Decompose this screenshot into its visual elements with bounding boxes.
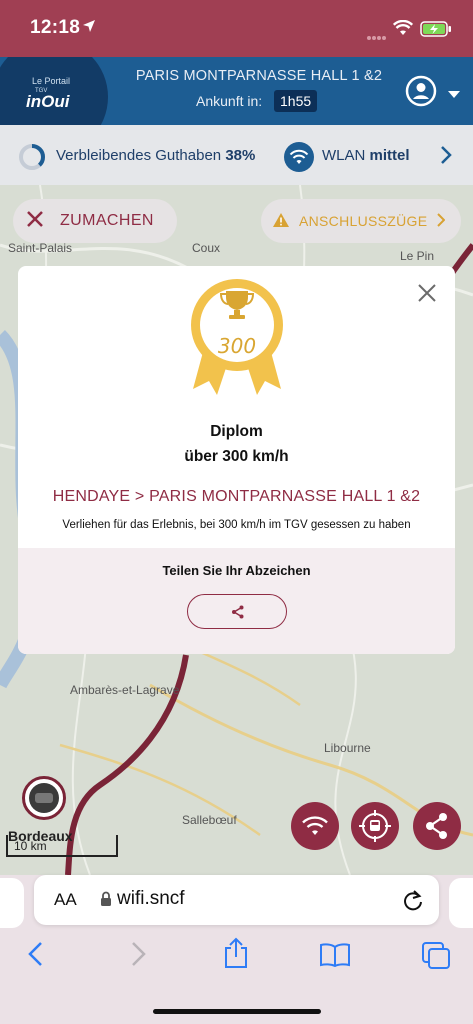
close-label: ZUMACHEN (60, 212, 154, 229)
bookmarks-icon[interactable] (319, 943, 351, 972)
destination-title: PARIS MONTPARNASSE HALL 1 &2 (135, 68, 383, 84)
wlan-wifi-icon (284, 142, 314, 172)
close-map-button[interactable]: ZUMACHEN (13, 199, 177, 243)
credit-label: Verbleibendes Guthaben (56, 147, 222, 164)
app-header: Le Portail TGV inOui PARIS MONTPARNASSE … (0, 57, 473, 125)
connections-button[interactable]: ANSCHLUSSZÜGE (261, 199, 461, 243)
diploma-description: Verliehen für das Erlebnis, bei 300 km/h… (62, 519, 411, 531)
credit-text: Verbleibendes Guthaben 38% (56, 147, 255, 164)
tabs-icon[interactable] (421, 941, 451, 974)
credit-value: 38% (225, 147, 256, 164)
status-bar: 12:18 (0, 0, 473, 57)
diploma-modal: 300 Diplom über 300 km/h HENDAYE > PARIS… (18, 266, 455, 654)
wifi-icon (392, 19, 414, 41)
medal-badge: 300 (189, 277, 285, 407)
map-place-label: Coux (192, 241, 221, 255)
address-bar[interactable]: AA wifi.sncf (34, 875, 439, 925)
map-place-label: Ambarès-et-Lagrave (70, 683, 180, 697)
map-wifi-button[interactable] (291, 802, 339, 850)
home-indicator (153, 1009, 321, 1014)
tgv-inoui-logo[interactable]: Le Portail TGV inOui (0, 57, 108, 125)
close-icon (26, 210, 44, 233)
connections-label: ANSCHLUSSZÜGE (299, 213, 428, 229)
map-scale: 10 km (6, 835, 118, 857)
share-icon (232, 605, 244, 619)
map-place-label: Le Pin (400, 249, 435, 263)
wlan-label: WLAN (322, 147, 366, 164)
previous-tab-preview[interactable] (0, 878, 24, 928)
lock-icon (100, 891, 112, 912)
medal-number: 300 (218, 334, 256, 358)
logo-line1: Le Portail (32, 76, 71, 86)
location-arrow-icon (82, 19, 96, 38)
battery-charging-icon (420, 21, 452, 42)
next-tab-preview[interactable] (449, 878, 473, 928)
chevron-right-icon (437, 212, 446, 230)
warning-icon (273, 212, 289, 230)
diploma-subtitle: über 300 km/h (184, 448, 289, 465)
locate-train-button[interactable] (351, 802, 399, 850)
share-section: Teilen Sie Ihr Abzeichen (18, 548, 455, 654)
map-share-button[interactable] (413, 802, 461, 850)
diploma-title: Diplom (210, 423, 263, 440)
credit-ring-icon (18, 143, 46, 175)
status-time: 12:18 (30, 17, 81, 38)
logo-line3: inOui (26, 92, 70, 111)
wlan-text: WLAN mittel (322, 147, 410, 164)
browser-toolbar: AA wifi.sncf (0, 875, 473, 1024)
upload-icon[interactable] (222, 937, 250, 974)
share-badge-button[interactable] (187, 594, 287, 629)
arrival-time-badge: 1h55 (274, 90, 318, 112)
share-title: Teilen Sie Ihr Abzeichen (162, 563, 311, 578)
close-icon[interactable] (417, 283, 437, 308)
signal-dots-icon (367, 28, 387, 46)
diploma-route: HENDAYE > PARIS MONTPARNASSE HALL 1 &2 (52, 488, 421, 505)
caret-down-icon[interactable] (448, 86, 460, 104)
map-place-label: Saint-Palais (8, 241, 73, 255)
chevron-right-icon[interactable] (440, 145, 452, 169)
account-icon[interactable] (405, 75, 437, 112)
url-text: wifi.sncf (117, 888, 185, 909)
info-bar[interactable]: Verbleibendes Guthaben 38% WLAN mittel (0, 125, 473, 185)
back-icon[interactable] (26, 941, 46, 972)
train-position-marker[interactable] (22, 776, 66, 820)
forward-icon[interactable] (128, 941, 148, 972)
reader-settings-button[interactable]: AA (54, 890, 77, 910)
arrival-label: Ankunft in: (196, 93, 263, 109)
map-place-label: Libourne (324, 741, 371, 755)
wlan-value: mittel (369, 147, 410, 164)
reload-icon[interactable] (402, 888, 424, 917)
map-place-label: Sallebœuf (182, 813, 237, 827)
